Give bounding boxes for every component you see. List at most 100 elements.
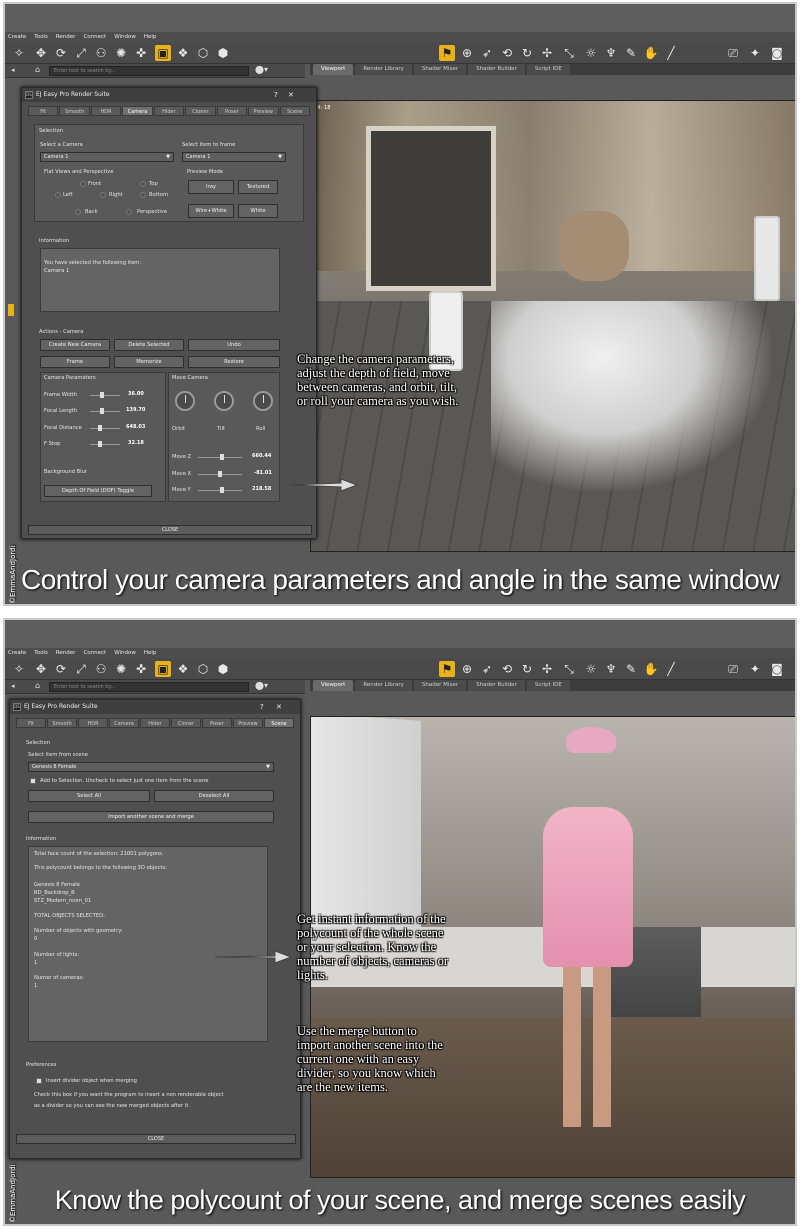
tilt-dial[interactable] (214, 391, 234, 411)
target-icon[interactable]: ⊕ (459, 661, 475, 677)
insert-divider-checkbox[interactable] (36, 1078, 42, 1084)
rotate-tool-icon[interactable]: ⟳ (53, 45, 69, 61)
tab-hider[interactable]: Hider (140, 718, 170, 728)
move-tool-icon[interactable]: ✥ (33, 661, 49, 677)
joint-tool-icon[interactable]: ✺ (113, 661, 129, 677)
textured-button[interactable]: Textured (238, 180, 278, 194)
wire-white-button[interactable]: Wire+White (188, 204, 234, 218)
menu-render[interactable]: Render (56, 34, 76, 40)
close-icon[interactable]: ✕ (276, 700, 282, 714)
select-all-button[interactable]: Select All (28, 790, 150, 802)
cube-icon[interactable]: ⬡ (195, 45, 211, 61)
bone-icon[interactable]: ♆ (603, 45, 619, 61)
select-tool-icon[interactable]: ✧ (11, 661, 27, 677)
import-merge-button[interactable]: Import another scene and merge (28, 811, 274, 823)
tab-smooth[interactable]: Smooth (47, 718, 77, 728)
tab-poser[interactable]: Poser (216, 106, 248, 116)
rotate-view-icon[interactable]: ↻ (519, 661, 535, 677)
menu-create[interactable]: Create (8, 650, 26, 656)
search-input[interactable]: Enter text to search by... (49, 66, 249, 76)
camera-icon[interactable]: ◙ (769, 45, 785, 61)
measure-icon[interactable]: ╱ (663, 45, 679, 61)
f-stop-value[interactable]: 32.18 (128, 440, 144, 446)
orbit-icon[interactable]: ⟲ (499, 45, 515, 61)
home-icon[interactable]: ⌂ (35, 65, 40, 74)
camera-highlight-icon[interactable]: ⚑ (439, 661, 455, 677)
camera-add-icon[interactable]: ⎚ (725, 45, 741, 61)
pan-icon[interactable]: ✢ (539, 661, 555, 677)
light-icon[interactable]: ✦ (747, 661, 763, 677)
tab-shader-mixer[interactable]: Shader Mixer (413, 64, 467, 75)
tab-preview[interactable]: Preview (233, 718, 263, 728)
focal-distance-slider[interactable] (90, 425, 120, 431)
node-tool-icon[interactable]: ⚇ (93, 661, 109, 677)
transform-icon[interactable]: ⤡ (561, 45, 577, 61)
restore-button[interactable]: Restore (188, 356, 280, 368)
focal-length-value[interactable]: 139.70 (126, 407, 145, 413)
tab-hdr[interactable]: HDR (90, 106, 122, 116)
select-frame-dropdown[interactable]: Camera 1 ▼ (182, 152, 286, 162)
tab-shader-mixer[interactable]: Shader Mixer (413, 680, 467, 691)
scale-tool-icon[interactable]: ⤢ (73, 661, 89, 677)
menu-connect[interactable]: Connect (83, 650, 106, 656)
tab-cloner[interactable]: Cloner (171, 718, 201, 728)
menu-tools[interactable]: Tools (34, 34, 48, 40)
pose-tool-icon[interactable]: ✜ (133, 45, 149, 61)
render-icon[interactable]: ❖ (175, 45, 191, 61)
f-stop-slider[interactable] (90, 441, 120, 447)
tab-fit[interactable]: Fit (16, 718, 46, 728)
frame-width-slider[interactable] (90, 392, 120, 398)
memorize-button[interactable]: Memorize (114, 356, 184, 368)
radio-right[interactable] (100, 192, 106, 198)
radio-bottom[interactable] (140, 192, 146, 198)
move-y-slider[interactable] (198, 487, 242, 493)
spot-icon[interactable]: ☼ (583, 661, 599, 677)
rotate-tool-icon[interactable]: ⟳ (53, 661, 69, 677)
menu-help[interactable]: Help (144, 650, 157, 656)
cube-settings-icon[interactable]: ⬢ (215, 45, 231, 61)
slider-knob[interactable] (98, 441, 102, 447)
slider-knob[interactable] (100, 408, 104, 414)
camera-highlight-icon[interactable]: ⚑ (439, 45, 455, 61)
options-icon[interactable]: ⬤▾ (255, 65, 268, 74)
menu-create[interactable]: Create (8, 34, 26, 40)
joint-tool-icon[interactable]: ✺ (113, 45, 129, 61)
grab-icon[interactable]: ✋ (643, 661, 659, 677)
cursor-icon[interactable]: ➶ (479, 45, 495, 61)
tab-script-ide[interactable]: Script IDE (526, 680, 570, 691)
move-x-value[interactable]: -81.01 (254, 470, 272, 476)
move-y-value[interactable]: 218.58 (252, 486, 271, 492)
pan-icon[interactable]: ✢ (539, 45, 555, 61)
render-suite-icon[interactable]: ▣ (155, 45, 171, 61)
cursor-icon[interactable]: ➶ (479, 661, 495, 677)
back-arrow-icon[interactable]: ◂ (11, 682, 15, 690)
render-icon[interactable]: ❖ (175, 661, 191, 677)
tab-scene[interactable]: Scene (279, 106, 310, 116)
undo-button[interactable]: Undo (188, 339, 280, 351)
camera-icon[interactable]: ◙ (769, 661, 785, 677)
camera-add-icon[interactable]: ⎚ (725, 661, 741, 677)
menu-tools[interactable]: Tools (34, 650, 48, 656)
slider-knob[interactable] (220, 487, 224, 493)
deselect-all-button[interactable]: Deselect All (154, 790, 274, 802)
radio-top[interactable] (140, 181, 146, 187)
pose-tool-icon[interactable]: ✜ (133, 661, 149, 677)
radio-perspective[interactable] (126, 209, 132, 215)
tab-hider[interactable]: Hider (153, 106, 185, 116)
measure-icon[interactable]: ╱ (663, 661, 679, 677)
cube-settings-icon[interactable]: ⬢ (215, 661, 231, 677)
spot-icon[interactable]: ☼ (583, 45, 599, 61)
tab-poser[interactable]: Poser (202, 718, 232, 728)
tab-hdr[interactable]: HDR (78, 718, 108, 728)
tab-cloner[interactable]: Cloner (185, 106, 216, 116)
light-icon[interactable]: ✦ (747, 45, 763, 61)
tab-camera[interactable]: Camera (122, 106, 153, 116)
search-input[interactable]: Enter text to search by... (49, 682, 249, 692)
cube-icon[interactable]: ⬡ (195, 661, 211, 677)
dof-toggle-button[interactable]: Depth Of Field (DOF) Toggle (44, 485, 152, 497)
radio-front[interactable] (80, 181, 86, 187)
node-tool-icon[interactable]: ⚇ (93, 45, 109, 61)
close-icon[interactable]: ✕ (288, 88, 294, 102)
move-z-value[interactable]: 660.44 (252, 453, 271, 459)
tab-render-library[interactable]: Render Library (355, 680, 412, 691)
